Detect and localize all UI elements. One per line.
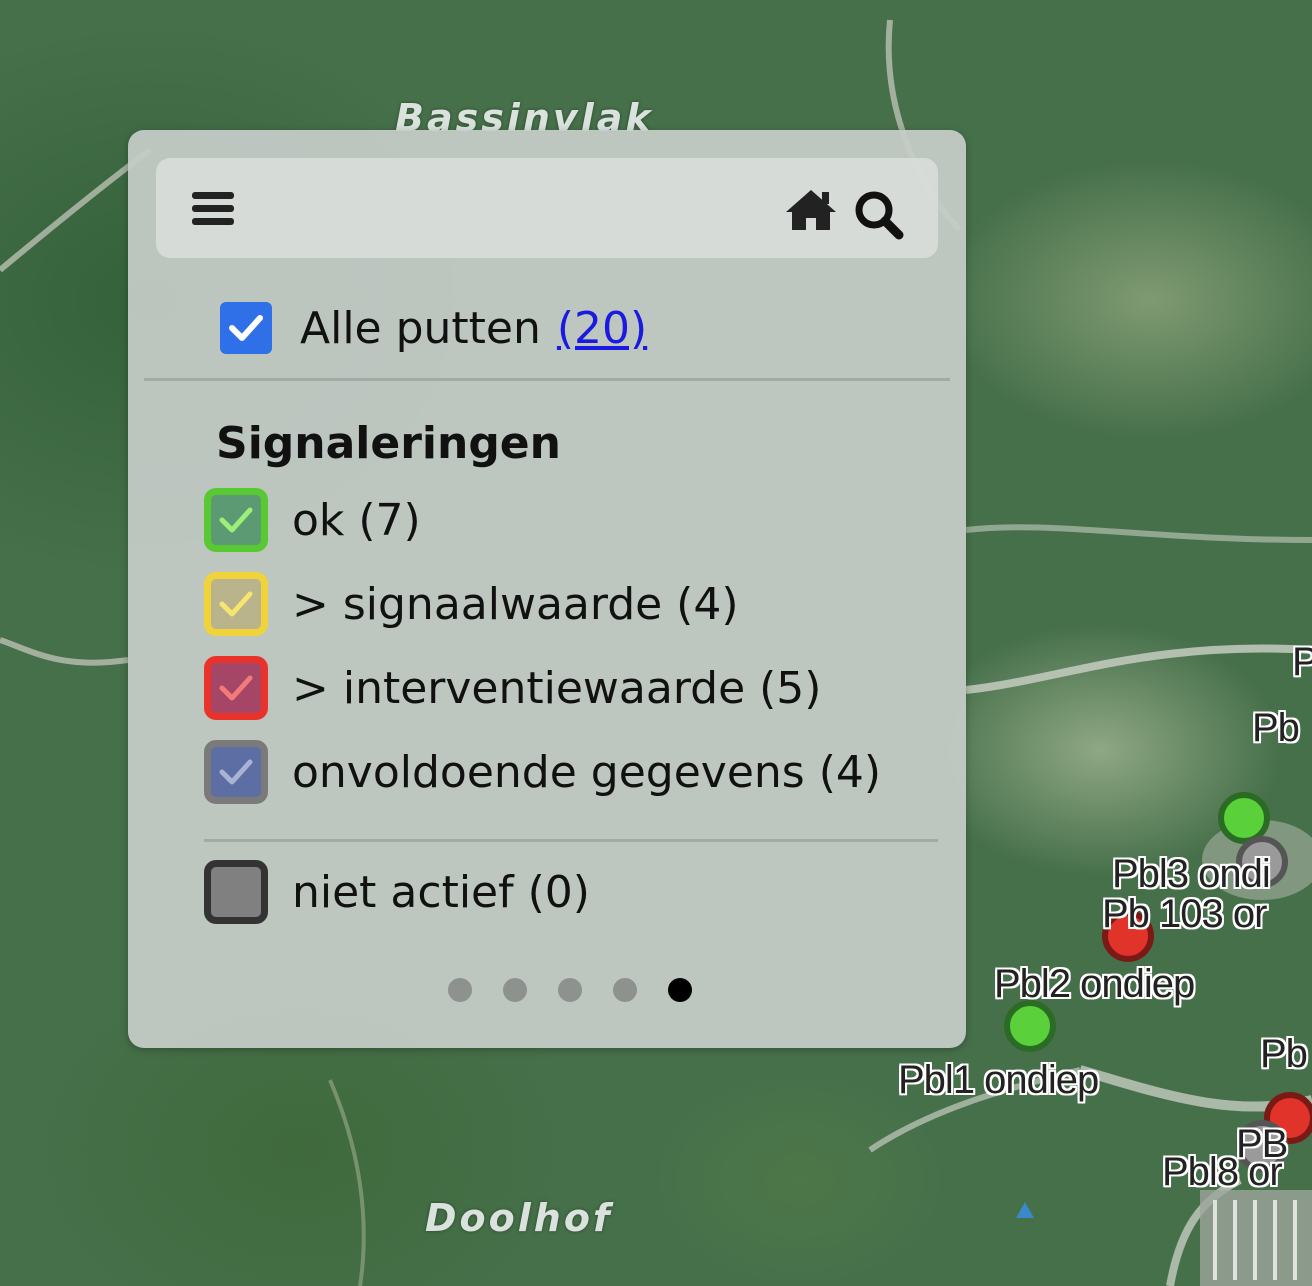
all-wells-row[interactable]: Alle putten (20) <box>220 302 647 354</box>
hamburger-menu-icon[interactable] <box>192 192 234 226</box>
checkmark-icon <box>229 315 263 341</box>
category-onvoldoende-row[interactable]: onvoldoende gegevens (4) <box>204 740 881 804</box>
search-icon[interactable] <box>852 188 906 242</box>
category-onvoldoende-label: onvoldoende gegevens (4) <box>292 746 882 798</box>
place-label-doolhof: Doolhof <box>425 1196 613 1240</box>
filter-panel: Alle putten (20) Signaleringen ok (7) > … <box>128 130 966 1048</box>
all-wells-count-link[interactable]: (20) <box>557 303 647 354</box>
page-dot-2[interactable] <box>503 978 527 1002</box>
well-label[interactable]: Pbl2 ondiep <box>994 962 1195 1007</box>
well-label[interactable]: Pb <box>1252 706 1300 751</box>
map-triangle-icon <box>1016 1202 1034 1218</box>
checkmark-icon <box>219 507 253 533</box>
well-label[interactable]: Pb 103 or <box>1102 892 1267 937</box>
well-label[interactable]: P <box>1292 640 1312 685</box>
all-wells-checkbox[interactable] <box>220 302 272 354</box>
category-interventiewaarde-label: > interventiewaarde (5) <box>292 662 822 714</box>
panel-toolbar <box>156 158 938 258</box>
well-marker[interactable] <box>1004 1000 1056 1052</box>
category-niet-actief-checkbox[interactable] <box>204 860 268 924</box>
well-label[interactable]: Pbl3 ondi <box>1112 852 1271 897</box>
page-dot-3[interactable] <box>558 978 582 1002</box>
category-ok-label: ok (7) <box>292 494 421 546</box>
well-label[interactable]: Pbl1 ondiep <box>898 1058 1099 1103</box>
home-icon[interactable] <box>784 188 838 232</box>
category-onvoldoende-checkbox[interactable] <box>204 740 268 804</box>
well-label[interactable]: Pbl8 or <box>1162 1150 1283 1195</box>
checkmark-icon <box>219 591 253 617</box>
page-dot-4[interactable] <box>613 978 637 1002</box>
signaleringen-heading: Signaleringen <box>216 418 561 469</box>
checkmark-icon <box>219 675 253 701</box>
page-dot-5-active[interactable] <box>668 978 692 1002</box>
divider <box>204 839 938 842</box>
category-signaalwaarde-checkbox[interactable] <box>204 572 268 636</box>
category-niet-actief-label: niet actief (0) <box>292 866 590 918</box>
all-wells-label: Alle putten <box>300 302 541 354</box>
category-interventiewaarde-checkbox[interactable] <box>204 656 268 720</box>
category-interventiewaarde-row[interactable]: > interventiewaarde (5) <box>204 656 821 720</box>
category-ok-checkbox[interactable] <box>204 488 268 552</box>
page-dot-1[interactable] <box>448 978 472 1002</box>
divider <box>144 378 950 381</box>
category-niet-actief-row[interactable]: niet actief (0) <box>204 860 590 924</box>
checkmark-icon <box>219 759 253 785</box>
well-label[interactable]: Pb <box>1260 1032 1308 1077</box>
category-signaalwaarde-row[interactable]: > signaalwaarde (4) <box>204 572 739 636</box>
pagination-dots <box>448 978 723 1002</box>
category-ok-row[interactable]: ok (7) <box>204 488 421 552</box>
category-signaalwaarde-label: > signaalwaarde (4) <box>292 578 739 630</box>
